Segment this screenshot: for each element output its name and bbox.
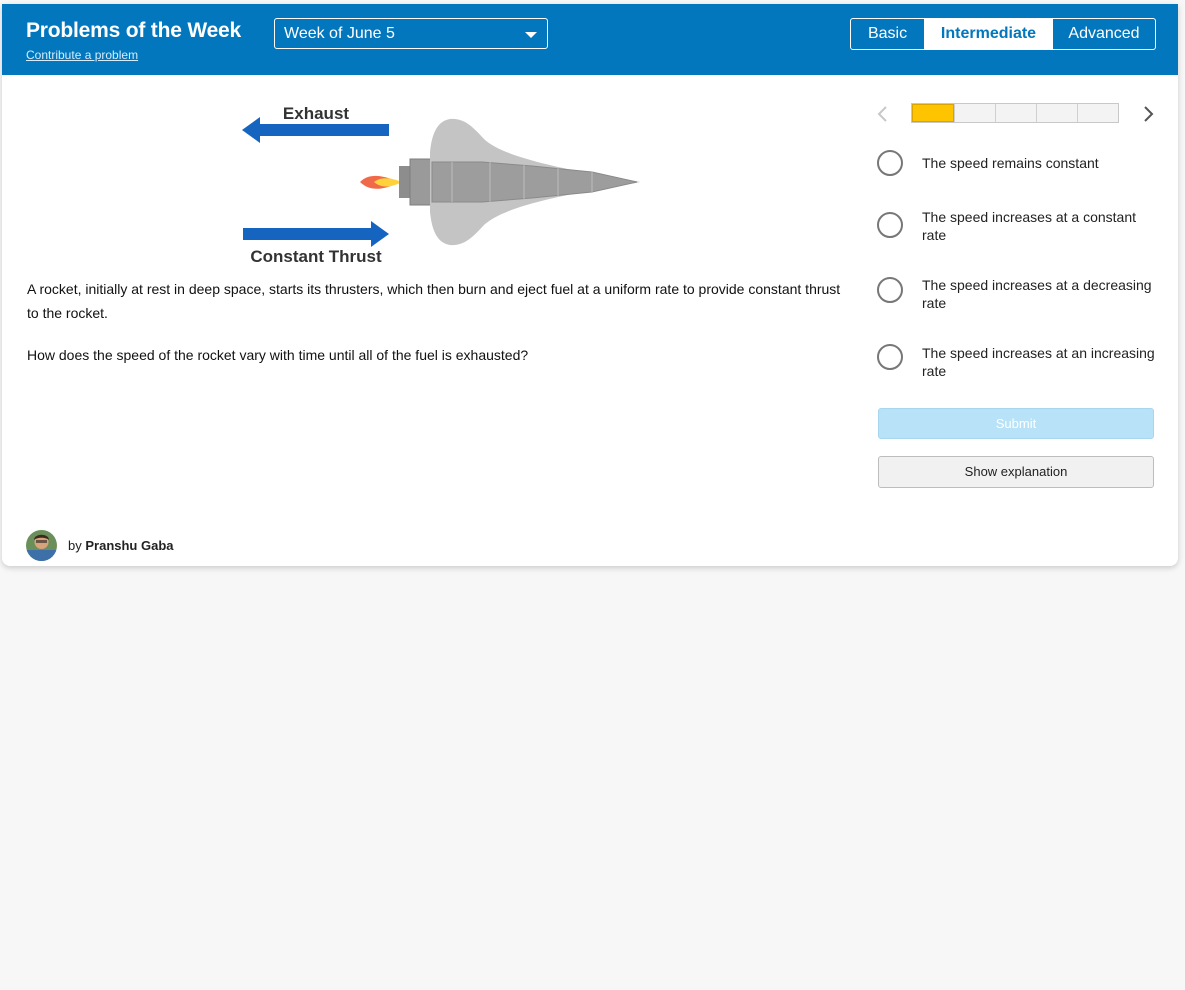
progress-segment[interactable] bbox=[954, 104, 995, 122]
progress-bar bbox=[911, 103, 1119, 123]
progress-segment[interactable] bbox=[1077, 104, 1118, 122]
problem-statement: A rocket, initially at rest in deep spac… bbox=[27, 281, 841, 321]
chevron-right-icon[interactable] bbox=[1140, 104, 1156, 124]
author-name[interactable]: Pranshu Gaba bbox=[85, 538, 173, 553]
show-explanation-button[interactable]: Show explanation bbox=[878, 456, 1154, 488]
contribute-link[interactable]: Contribute a problem bbox=[26, 48, 138, 62]
tab-intermediate[interactable]: Intermediate bbox=[924, 19, 1052, 49]
problem-card: Problems of the Week Contribute a proble… bbox=[2, 4, 1178, 566]
author-byline: by Pranshu Gaba bbox=[68, 538, 174, 553]
week-select-value: Week of June 5 bbox=[284, 25, 395, 42]
exhaust-label: Exhaust bbox=[283, 104, 349, 123]
progress-segment[interactable] bbox=[912, 104, 954, 122]
caret-down-icon bbox=[525, 32, 537, 38]
level-tabs: Basic Intermediate Advanced bbox=[850, 18, 1156, 50]
progress-segment[interactable] bbox=[995, 104, 1036, 122]
option-label: The speed remains constant bbox=[922, 155, 1099, 171]
chevron-left-icon[interactable] bbox=[875, 104, 891, 124]
radio-button[interactable] bbox=[877, 212, 903, 238]
option-2[interactable]: The speed increases at a constant rate bbox=[877, 208, 1157, 244]
thrust-label: Constant Thrust bbox=[250, 247, 382, 266]
page-title: Problems of the Week bbox=[26, 19, 242, 42]
thrust-arrow bbox=[243, 221, 389, 247]
option-label: The speed increases at a decreasing rate bbox=[922, 277, 1152, 311]
radio-button[interactable] bbox=[877, 277, 903, 303]
by-prefix: by bbox=[68, 538, 82, 553]
tab-advanced[interactable]: Advanced bbox=[1052, 19, 1155, 49]
tab-basic[interactable]: Basic bbox=[851, 19, 924, 49]
avatar[interactable] bbox=[26, 530, 57, 561]
submit-button[interactable]: Submit bbox=[878, 408, 1154, 439]
rocket-illustration bbox=[360, 118, 640, 246]
option-3[interactable]: The speed increases at a decreasing rate bbox=[877, 276, 1157, 312]
option-label: The speed increases at a constant rate bbox=[922, 209, 1137, 243]
week-select[interactable]: Week of June 5 bbox=[274, 18, 548, 49]
option-1[interactable]: The speed remains constant bbox=[877, 150, 1157, 178]
option-4[interactable]: The speed increases at an increasing rat… bbox=[877, 344, 1157, 380]
radio-button[interactable] bbox=[877, 150, 903, 176]
problem-question: How does the speed of the rocket vary wi… bbox=[27, 347, 529, 363]
problem-text: A rocket, initially at rest in deep spac… bbox=[27, 277, 847, 385]
radio-button[interactable] bbox=[877, 344, 903, 370]
rocket-diagram: Exhaust Constant Thrust bbox=[242, 104, 640, 266]
header: Problems of the Week Contribute a proble… bbox=[2, 4, 1178, 75]
progress-segment[interactable] bbox=[1036, 104, 1077, 122]
option-label: The speed increases at an increasing rat… bbox=[922, 345, 1155, 379]
